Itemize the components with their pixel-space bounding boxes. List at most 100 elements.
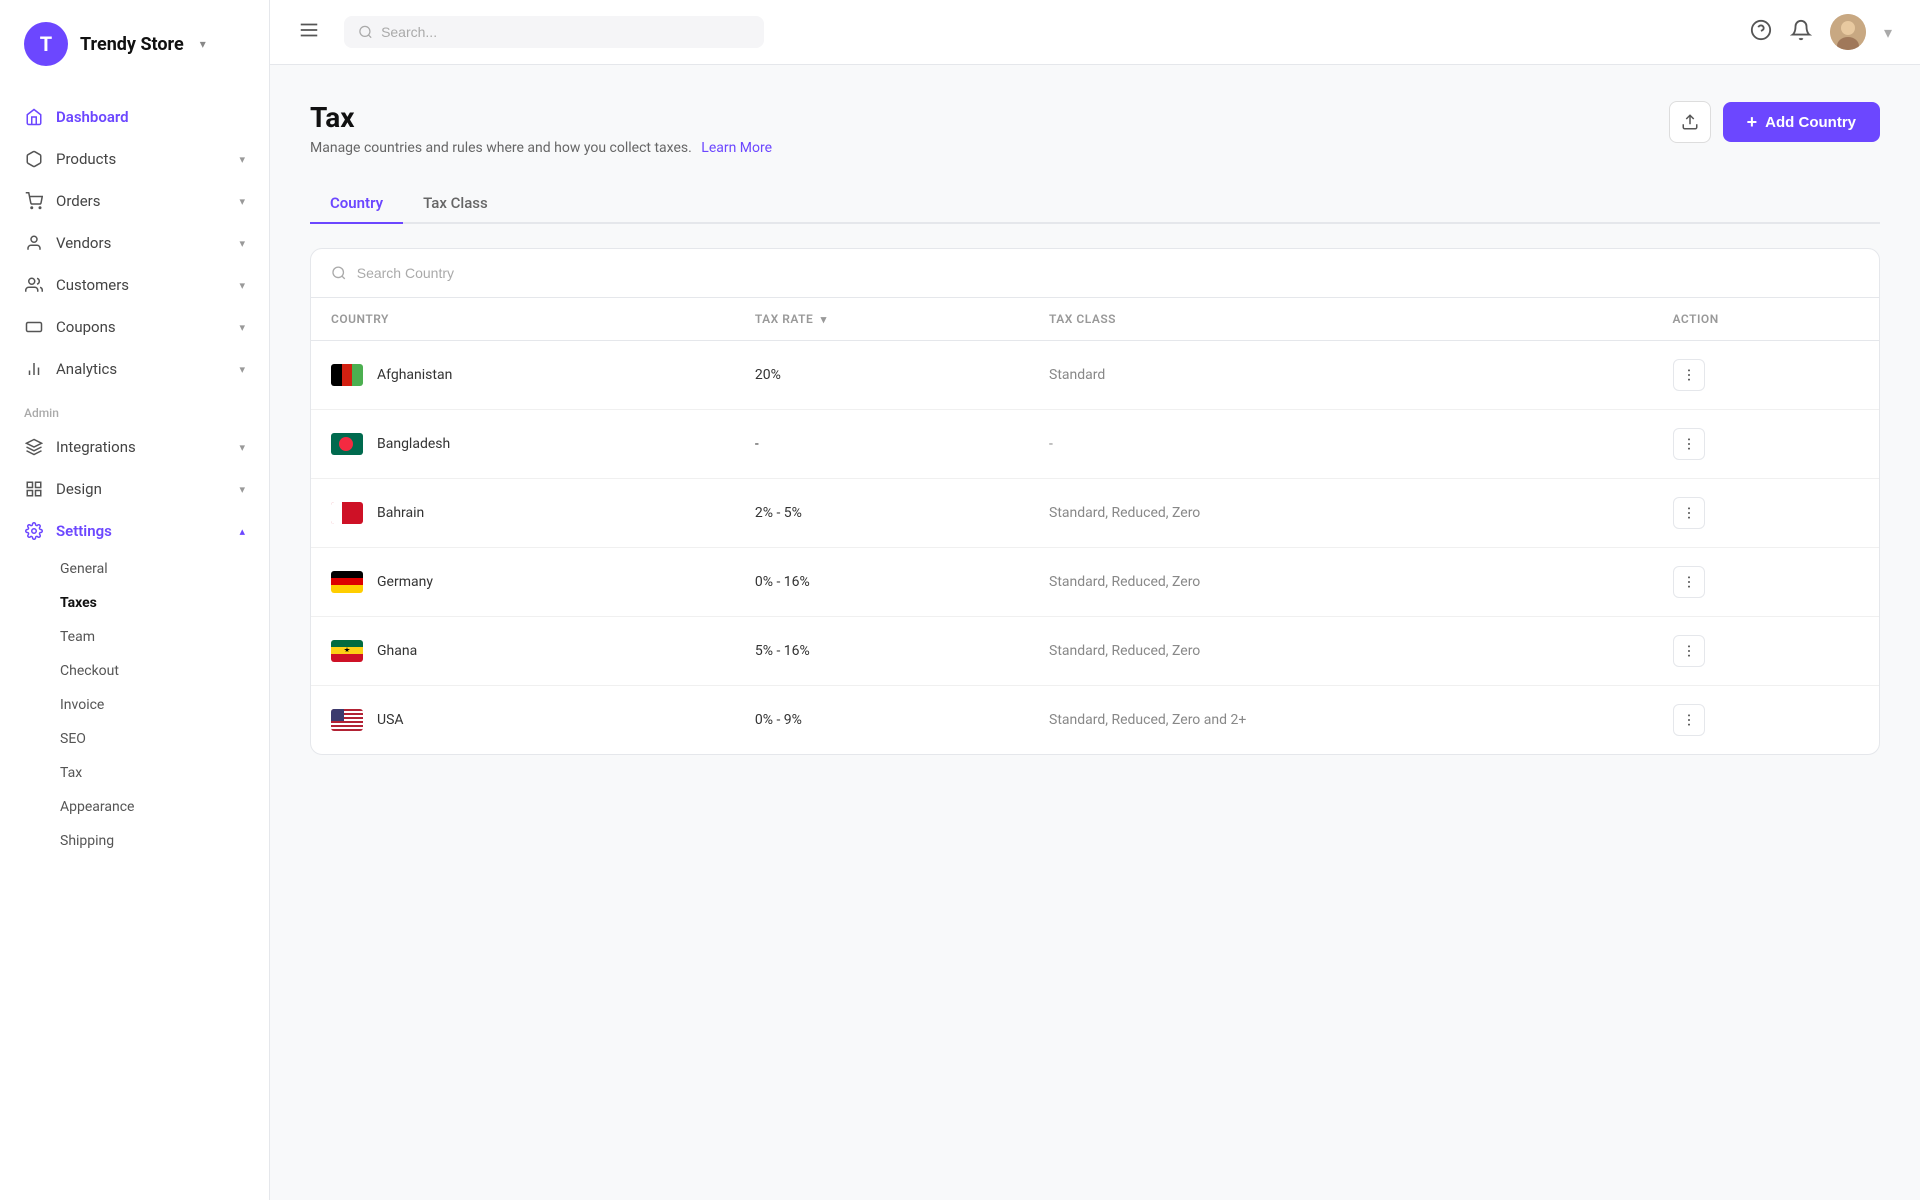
tax-rate-cell: 0% - 16% bbox=[735, 548, 1029, 617]
chevron-down-icon: ▾ bbox=[239, 441, 245, 454]
tax-class-cell: Standard, Reduced, Zero bbox=[1029, 479, 1653, 548]
table-header-row: COUNTRY TAX RATE ▾ TAX CLASS ACTION bbox=[311, 298, 1879, 341]
sub-nav-appearance[interactable]: Appearance bbox=[0, 790, 269, 824]
tax-class-cell: - bbox=[1029, 410, 1653, 479]
upload-icon bbox=[1681, 113, 1699, 131]
sub-nav-tax[interactable]: Tax bbox=[0, 756, 269, 790]
country-search-bar[interactable] bbox=[311, 249, 1879, 298]
search-icon bbox=[331, 265, 347, 281]
tax-rate-cell: 20% bbox=[735, 341, 1029, 410]
flag-icon bbox=[331, 502, 363, 524]
sub-nav-seo[interactable]: SEO bbox=[0, 722, 269, 756]
tax-rate-cell: 0% - 9% bbox=[735, 686, 1029, 755]
sidebar-item-integrations[interactable]: Integrations ▾ bbox=[0, 426, 269, 468]
store-chevron-icon: ▾ bbox=[200, 37, 206, 51]
sub-nav-general[interactable]: General bbox=[0, 552, 269, 586]
country-cell: USA bbox=[311, 686, 735, 755]
sidebar-item-dashboard[interactable]: Dashboard bbox=[0, 96, 269, 138]
action-cell bbox=[1653, 479, 1880, 548]
table-row: Ghana 5% - 16% Standard, Reduced, Zero bbox=[311, 617, 1879, 686]
learn-more-link[interactable]: Learn More bbox=[701, 140, 772, 156]
user-avatar[interactable] bbox=[1830, 14, 1866, 50]
flag-icon bbox=[331, 433, 363, 455]
logo-avatar: T bbox=[24, 22, 68, 66]
chevron-down-icon: ▾ bbox=[239, 321, 245, 334]
export-button[interactable] bbox=[1669, 101, 1711, 143]
sub-nav-team[interactable]: Team bbox=[0, 620, 269, 654]
tabs: Country Tax Class bbox=[310, 184, 1880, 224]
user-chevron-icon[interactable]: ▾ bbox=[1884, 23, 1892, 42]
sub-nav-invoice[interactable]: Invoice bbox=[0, 688, 269, 722]
topbar: ▾ bbox=[270, 0, 1920, 65]
sort-icon[interactable]: ▾ bbox=[821, 313, 827, 326]
sidebar-item-analytics[interactable]: Analytics ▾ bbox=[0, 348, 269, 390]
bell-icon[interactable] bbox=[1790, 19, 1812, 46]
store-name: Trendy Store bbox=[80, 34, 184, 55]
table-row: Bahrain 2% - 5% Standard, Reduced, Zero bbox=[311, 479, 1879, 548]
sidebar-item-label: Orders bbox=[56, 192, 101, 210]
country-name: Bahrain bbox=[377, 505, 424, 521]
sidebar: T Trendy Store ▾ Dashboard Products ▾ Or… bbox=[0, 0, 270, 1200]
dots-icon bbox=[1681, 643, 1697, 659]
table-row: Afghanistan 20% Standard bbox=[311, 341, 1879, 410]
gear-icon bbox=[24, 521, 44, 541]
sub-nav-taxes[interactable]: Taxes bbox=[0, 586, 269, 620]
chevron-down-icon: ▾ bbox=[239, 153, 245, 166]
chart-icon bbox=[24, 359, 44, 379]
action-menu-button[interactable] bbox=[1673, 566, 1705, 598]
country-search-input[interactable] bbox=[357, 265, 1859, 281]
page-description: Manage countries and rules where and how… bbox=[310, 140, 772, 156]
add-country-button[interactable]: + Add Country bbox=[1723, 102, 1880, 142]
sidebar-item-customers[interactable]: Customers ▾ bbox=[0, 264, 269, 306]
sidebar-item-label: Vendors bbox=[56, 234, 111, 252]
plus-icon: + bbox=[1747, 113, 1758, 131]
action-cell bbox=[1653, 410, 1880, 479]
action-menu-button[interactable] bbox=[1673, 635, 1705, 667]
country-name: Germany bbox=[377, 574, 433, 590]
page-header: Tax Manage countries and rules where and… bbox=[310, 101, 1880, 156]
help-icon[interactable] bbox=[1750, 19, 1772, 46]
tax-table: COUNTRY TAX RATE ▾ TAX CLASS ACTION Afgh… bbox=[311, 298, 1879, 754]
chevron-down-icon: ▾ bbox=[239, 483, 245, 496]
main-area: ▾ Tax Manage countries and rules where a… bbox=[270, 0, 1920, 1200]
tab-tax-class[interactable]: Tax Class bbox=[403, 184, 508, 224]
content-area: Tax Manage countries and rules where and… bbox=[270, 65, 1920, 1200]
search-icon bbox=[358, 24, 373, 40]
sidebar-item-label: Customers bbox=[56, 276, 129, 294]
chevron-down-icon: ▾ bbox=[239, 195, 245, 208]
user-avatar-img bbox=[1830, 14, 1866, 50]
sidebar-item-orders[interactable]: Orders ▾ bbox=[0, 180, 269, 222]
sidebar-item-label: Design bbox=[56, 480, 102, 498]
sidebar-item-products[interactable]: Products ▾ bbox=[0, 138, 269, 180]
flag-icon bbox=[331, 571, 363, 593]
dots-icon bbox=[1681, 436, 1697, 452]
table-row: Bangladesh - - bbox=[311, 410, 1879, 479]
people-icon bbox=[24, 275, 44, 295]
sub-nav-shipping[interactable]: Shipping bbox=[0, 824, 269, 858]
cart-icon bbox=[24, 191, 44, 211]
tab-country[interactable]: Country bbox=[310, 184, 403, 224]
sidebar-item-vendors[interactable]: Vendors ▾ bbox=[0, 222, 269, 264]
flag-icon bbox=[331, 640, 363, 662]
action-menu-button[interactable] bbox=[1673, 428, 1705, 460]
ticket-icon bbox=[24, 317, 44, 337]
store-logo[interactable]: T Trendy Store ▾ bbox=[0, 0, 269, 88]
action-menu-button[interactable] bbox=[1673, 359, 1705, 391]
sidebar-item-settings[interactable]: Settings ▴ bbox=[0, 510, 269, 552]
page-header-right: + Add Country bbox=[1669, 101, 1880, 143]
chevron-down-icon: ▾ bbox=[239, 279, 245, 292]
country-cell: Bangladesh bbox=[311, 410, 735, 479]
sub-nav-checkout[interactable]: Checkout bbox=[0, 654, 269, 688]
admin-section-label: Admin bbox=[0, 390, 269, 426]
action-menu-button[interactable] bbox=[1673, 704, 1705, 736]
tax-class-cell: Standard, Reduced, Zero bbox=[1029, 617, 1653, 686]
country-name: Bangladesh bbox=[377, 436, 450, 452]
search-input[interactable] bbox=[381, 24, 750, 40]
dots-icon bbox=[1681, 505, 1697, 521]
sidebar-item-design[interactable]: Design ▾ bbox=[0, 468, 269, 510]
country-cell: Germany bbox=[311, 548, 735, 617]
menu-icon[interactable] bbox=[298, 19, 320, 46]
action-menu-button[interactable] bbox=[1673, 497, 1705, 529]
sidebar-item-coupons[interactable]: Coupons ▾ bbox=[0, 306, 269, 348]
search-bar[interactable] bbox=[344, 16, 764, 48]
